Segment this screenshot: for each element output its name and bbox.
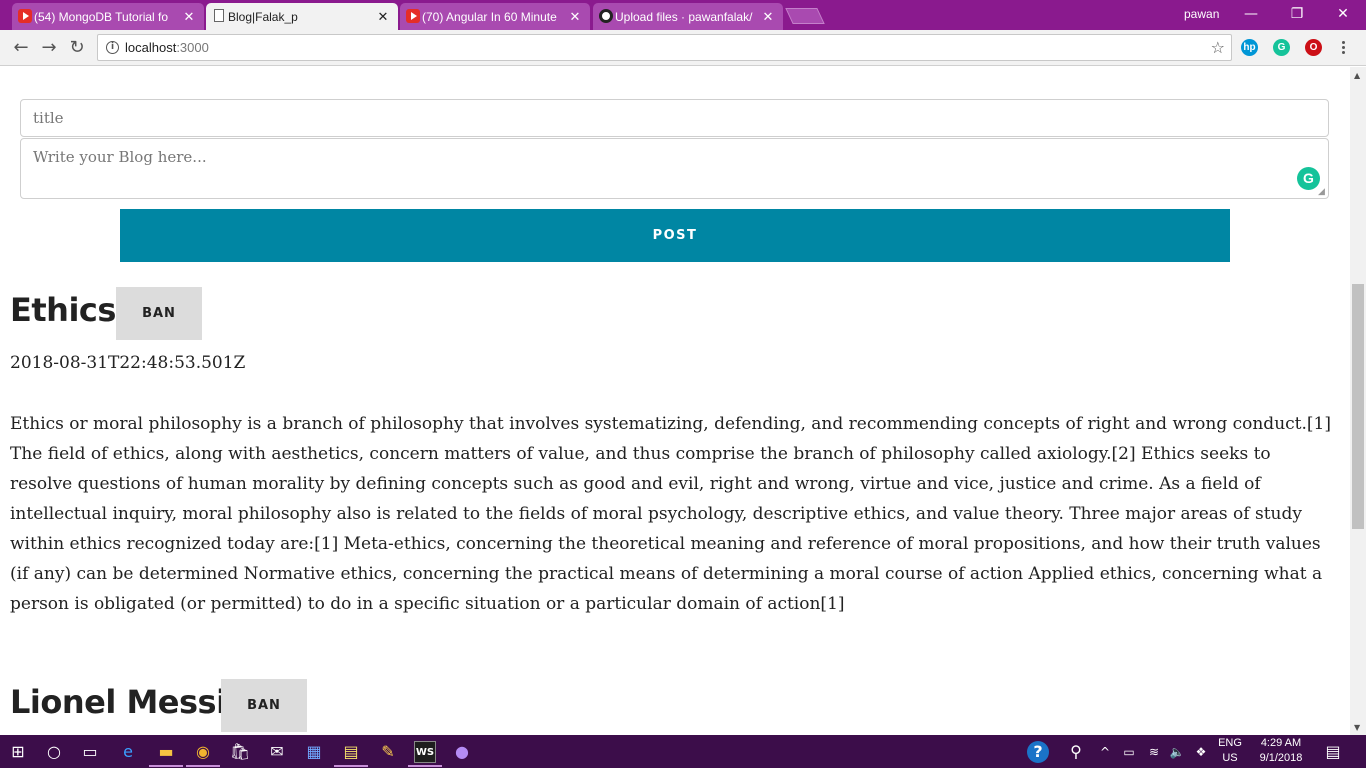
profile-name[interactable]: pawan [1184, 7, 1219, 21]
chrome-icon[interactable]: ◉ [192, 741, 214, 763]
title-input[interactable] [20, 99, 1329, 137]
language-indicator[interactable]: ENG US [1214, 737, 1246, 764]
people-icon[interactable]: ⚲ [1065, 741, 1087, 763]
tab-mongodb-tutorial[interactable]: (54) MongoDB Tutorial fo ✕ [12, 3, 204, 30]
tab-title: Upload files · pawanfalak/ [615, 9, 753, 24]
resize-grip-icon[interactable]: ◢ [1318, 187, 1325, 197]
post-button[interactable]: POST [120, 209, 1230, 262]
scroll-down-icon[interactable]: ▼ [1354, 723, 1360, 732]
tab-title: (70) Angular In 60 Minute [422, 9, 557, 24]
info-icon[interactable]: i [106, 41, 119, 54]
reload-icon[interactable]: ↻ [66, 37, 88, 59]
active-app-indicator [334, 765, 368, 767]
post-date: 2018-08-31T22:48:53.501Z [10, 353, 246, 373]
minimize-button[interactable]: — [1228, 4, 1274, 26]
clock-time: 4:29 AM [1260, 737, 1302, 749]
file-explorer-icon[interactable]: ▬ [155, 741, 177, 763]
active-app-indicator [408, 765, 442, 767]
mail-icon[interactable]: ✉ [266, 741, 288, 763]
task-view-icon[interactable]: ▭ [79, 741, 101, 763]
ban-button[interactable]: BAN [116, 287, 202, 340]
post-body: Ethics or moral philosophy is a branch o… [10, 414, 1331, 614]
ban-button[interactable]: BAN [221, 679, 307, 732]
tab-upload-files-github[interactable]: Upload files · pawanfalak/ ✕ [593, 3, 783, 30]
browser-toolbar: ← → ↻ i localhost:3000 ☆ hp G O [0, 30, 1366, 66]
store-icon[interactable]: 🛍 [229, 741, 251, 763]
browser-menu-icon[interactable] [1338, 39, 1348, 57]
language: ENG [1218, 737, 1242, 749]
windows-taskbar: ⊞ ○ ▭ e ▬ ◉ 🛍 ✉ ▦ ▤ ✎ WS ● ? ⚲ ^ ▭ ≋ 🔈 ❖… [0, 735, 1366, 768]
tab-blog-falak[interactable]: Blog|Falak_p ✕ [206, 3, 398, 30]
edge-icon[interactable]: e [117, 741, 139, 763]
app-cat-icon[interactable]: ● [451, 741, 473, 763]
close-icon[interactable]: ✕ [182, 9, 196, 25]
url-host: localhost [125, 40, 177, 55]
restore-button[interactable]: ❐ [1274, 4, 1320, 26]
region: US [1222, 752, 1238, 764]
tab-title: Blog|Falak_p [228, 9, 298, 24]
active-app-indicator [149, 765, 183, 767]
close-icon[interactable]: ✕ [761, 9, 775, 25]
address-bar[interactable]: i localhost:3000 ☆ [97, 34, 1232, 61]
notepad-icon[interactable]: ▤ [340, 741, 362, 763]
close-icon[interactable]: ✕ [568, 9, 582, 25]
clock[interactable]: 4:29 AM 9/1/2018 [1250, 737, 1312, 764]
back-arrow-icon[interactable]: ← [10, 37, 32, 59]
tab-title: (54) MongoDB Tutorial fo [34, 9, 169, 24]
tab-angular-60-minutes[interactable]: (70) Angular In 60 Minute ✕ [400, 3, 590, 30]
youtube-icon [406, 9, 420, 23]
windows-start-icon[interactable]: ⊞ [7, 741, 29, 763]
github-icon [599, 9, 613, 23]
document-icon [214, 9, 224, 22]
active-app-indicator [186, 765, 220, 767]
paint-icon[interactable]: ✎ [377, 741, 399, 763]
url-port: :3000 [176, 40, 209, 55]
page-scrollbar[interactable]: ▲ ▼ [1350, 67, 1366, 735]
bookmark-star-icon[interactable]: ☆ [1211, 38, 1225, 57]
battery-icon[interactable]: ▭ [1118, 741, 1140, 763]
url-text[interactable]: localhost:3000 [125, 40, 209, 55]
scrollbar-thumb[interactable] [1352, 284, 1364, 529]
close-icon[interactable]: ✕ [376, 9, 390, 25]
clock-date: 9/1/2018 [1259, 752, 1303, 764]
youtube-icon [18, 9, 32, 23]
dropbox-icon[interactable]: ❖ [1190, 741, 1212, 763]
app-icon[interactable]: ▦ [303, 741, 325, 763]
scroll-up-icon[interactable]: ▲ [1354, 71, 1360, 80]
grammarly-icon[interactable]: G [1297, 167, 1320, 190]
webstorm-icon[interactable]: WS [414, 741, 436, 763]
blog-body-textarea[interactable] [20, 138, 1329, 199]
browser-tab-strip: (54) MongoDB Tutorial fo ✕ Blog|Falak_p … [0, 0, 1366, 30]
chevron-up-icon[interactable]: ^ [1094, 741, 1116, 763]
post-title: Lionel Messi [10, 683, 227, 721]
hp-icon[interactable]: hp [1241, 39, 1258, 56]
window-close-button[interactable]: ✕ [1320, 4, 1366, 26]
cortana-circle-icon[interactable]: ○ [43, 741, 65, 763]
notifications-icon[interactable]: ▤ [1322, 741, 1344, 763]
volume-icon[interactable]: 🔈 [1166, 741, 1188, 763]
post-title: Ethics [10, 291, 116, 329]
opera-icon[interactable]: O [1305, 39, 1322, 56]
page-viewport: G ◢ POST Ethics BAN 2018-08-31T22:48:53.… [0, 67, 1350, 735]
help-icon[interactable]: ? [1027, 741, 1049, 763]
wifi-icon[interactable]: ≋ [1143, 741, 1165, 763]
grammarly-icon[interactable]: G [1273, 39, 1290, 56]
forward-arrow-icon[interactable]: → [38, 37, 60, 59]
new-tab-button[interactable] [785, 8, 825, 24]
